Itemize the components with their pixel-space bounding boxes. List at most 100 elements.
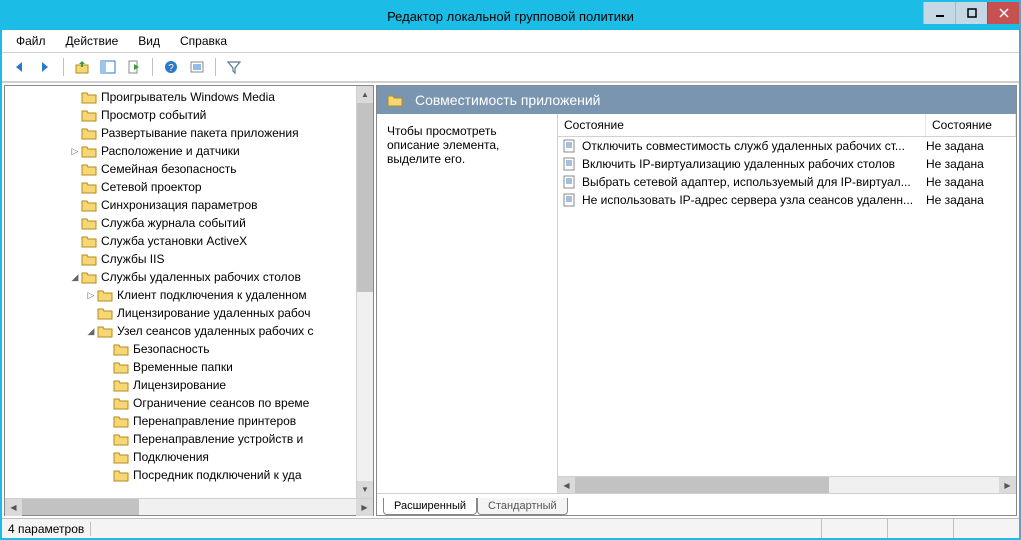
close-button[interactable] [987,2,1019,24]
menu-file[interactable]: Файл [10,32,52,50]
tree-item[interactable]: Лицензирование удаленных рабоч [5,304,373,322]
tree-item-label: Безопасность [133,342,210,356]
help-button[interactable]: ? [160,56,182,78]
tree-item-label: Развертывание пакета приложения [101,126,299,140]
tree-item[interactable]: Семейная безопасность [5,160,373,178]
folder-icon [113,450,129,464]
tree-item[interactable]: Ограничение сеансов по време [5,394,373,412]
tree-item[interactable]: Служба журнала событий [5,214,373,232]
setting-name: Не использовать IP-адрес сервера узла се… [582,193,926,207]
expander-icon[interactable]: ◢ [69,272,81,283]
tree-item-label: Узел сеансов удаленных рабочих с [117,324,314,338]
status-bar: 4 параметров [2,518,1019,538]
list-item[interactable]: Выбрать сетевой адаптер, используемый дл… [558,173,1016,191]
details-pane: Совместимость приложений Чтобы просмотре… [376,85,1017,516]
folder-icon [113,396,129,410]
policy-icon [562,156,578,172]
setting-name: Выбрать сетевой адаптер, используемый дл… [582,175,926,189]
back-button[interactable] [8,56,30,78]
expander-icon[interactable]: ▷ [69,146,81,157]
column-name[interactable]: Состояние [558,114,926,136]
column-state[interactable]: Состояние [926,114,1016,136]
folder-icon [97,306,113,320]
export-button[interactable] [123,56,145,78]
tree-item[interactable]: Синхронизация параметров [5,196,373,214]
menu-help[interactable]: Справка [174,32,233,50]
tree-item-label: Службы удаленных рабочих столов [101,270,301,284]
folder-icon [81,180,97,194]
folder-icon [81,144,97,158]
filter-button[interactable] [223,56,245,78]
window-controls [923,2,1019,24]
folder-icon [113,360,129,374]
tree-item[interactable]: Проигрыватель Windows Media [5,88,373,106]
minimize-button[interactable] [923,2,955,24]
folder-icon [81,216,97,230]
tree-item[interactable]: Служба установки ActiveX [5,232,373,250]
tree-item[interactable]: Развертывание пакета приложения [5,124,373,142]
window-title: Редактор локальной групповой политики [2,9,1019,24]
tree-item[interactable]: ▷ Расположение и датчики [5,142,373,160]
tree-item-label: Синхронизация параметров [101,198,258,212]
tree-item[interactable]: Перенаправление принтеров [5,412,373,430]
tree-item-label: Служба установки ActiveX [101,234,247,248]
setting-state: Не задана [926,157,1016,171]
tree-vertical-scrollbar[interactable]: ▲ ▼ [356,86,373,498]
expander-icon[interactable]: ◢ [85,326,97,337]
list-item[interactable]: Не использовать IP-адрес сервера узла се… [558,191,1016,209]
setting-name: Включить IP-виртуализацию удаленных рабо… [582,157,926,171]
tree-pane: Проигрыватель Windows Media Просмотр собы… [4,85,374,516]
description-text: Чтобы просмотреть описание элемента, выд… [387,124,547,166]
setting-state: Не задана [926,139,1016,153]
tab-extended[interactable]: Расширенный [383,498,477,515]
properties-button[interactable] [186,56,208,78]
tree-item[interactable]: Подключения [5,448,373,466]
tree-item-label: Подключения [133,450,209,464]
tree-horizontal-scrollbar[interactable]: ◀ ▶ [5,498,373,515]
tree-item[interactable]: Временные папки [5,358,373,376]
folder-icon [113,468,129,482]
list-item[interactable]: Включить IP-виртуализацию удаленных рабо… [558,155,1016,173]
menu-view[interactable]: Вид [132,32,166,50]
tree-item-label: Перенаправление устройств и [133,432,303,446]
folder-icon [97,324,113,338]
folder-icon [81,90,97,104]
tree-item-label: Посредник подключений к уда [133,468,302,482]
tree-item-label: Расположение и датчики [101,144,240,158]
tree-item[interactable]: Перенаправление устройств и [5,430,373,448]
setting-state: Не задана [926,175,1016,189]
show-hide-tree-button[interactable] [97,56,119,78]
setting-name: Отключить совместимость служб удаленных … [582,139,926,153]
folder-icon [81,252,97,266]
tree-item-label: Сетевой проектор [101,180,202,194]
tree-item[interactable]: Сетевой проектор [5,178,373,196]
folder-icon [81,270,97,284]
tree-item[interactable]: Безопасность [5,340,373,358]
setting-state: Не задана [926,193,1016,207]
expander-icon[interactable]: ▷ [85,290,97,301]
maximize-button[interactable] [955,2,987,24]
column-headers[interactable]: Состояние Состояние [558,114,1016,137]
tree[interactable]: Проигрыватель Windows Media Просмотр собы… [5,86,373,486]
list-item[interactable]: Отключить совместимость служб удаленных … [558,137,1016,155]
list-horizontal-scrollbar[interactable]: ◀ ▶ [558,476,1016,493]
menu-action[interactable]: Действие [60,32,125,50]
tree-item-label: Проигрыватель Windows Media [101,90,275,104]
forward-button[interactable] [34,56,56,78]
up-button[interactable] [71,56,93,78]
tree-item[interactable]: Посредник подключений к уда [5,466,373,484]
tree-item-label: Просмотр событий [101,108,206,122]
tree-item-label: Временные папки [133,360,233,374]
tab-standard[interactable]: Стандартный [477,498,568,515]
policy-icon [562,138,578,154]
folder-icon [113,378,129,392]
tree-item[interactable]: Лицензирование [5,376,373,394]
tree-item[interactable]: ▷Клиент подключения к удаленном [5,286,373,304]
description-pane: Чтобы просмотреть описание элемента, выд… [377,114,557,493]
tree-item[interactable]: ◢ Службы удаленных рабочих столов [5,268,373,286]
tree-item[interactable]: ◢ Узел сеансов удаленных рабочих с [5,322,373,340]
folder-icon [113,432,129,446]
tree-item-label: Ограничение сеансов по време [133,396,309,410]
tree-item[interactable]: Просмотр событий [5,106,373,124]
tree-item[interactable]: Службы IIS [5,250,373,268]
